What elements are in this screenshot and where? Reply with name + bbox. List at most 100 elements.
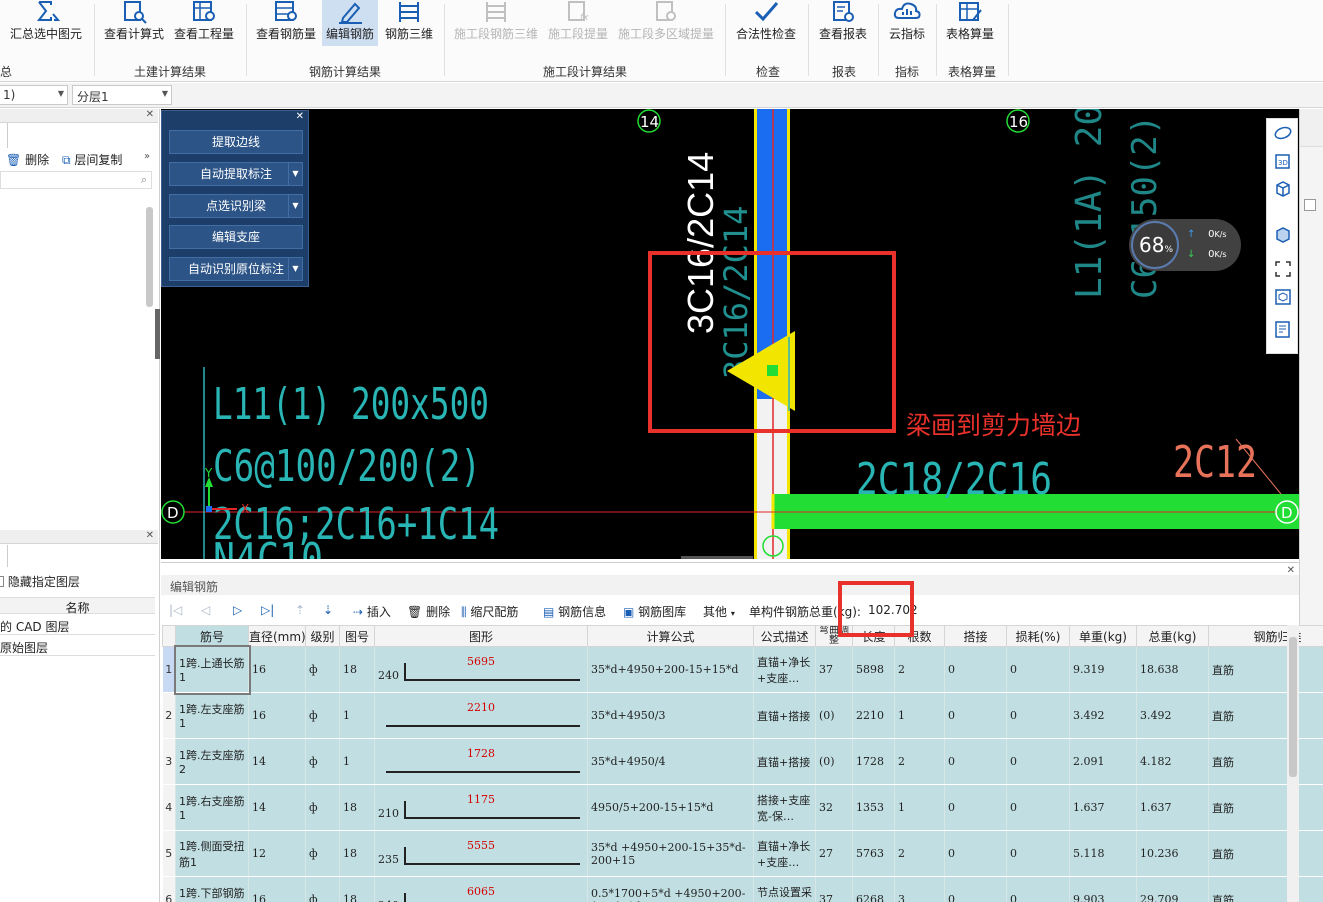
cloud-index-button[interactable]: 云指标 xyxy=(882,0,932,46)
layer-row-cad[interactable]: 的 CAD 图层 xyxy=(0,615,155,635)
cell-grade[interactable]: ф xyxy=(305,738,340,785)
edit-support-button[interactable]: 编辑支座 xyxy=(169,225,303,249)
cell-grade[interactable]: ф xyxy=(305,830,340,877)
delete-button[interactable]: 🗑 删除 xyxy=(6,151,49,168)
scale-rebar-button[interactable]: ⫼ 缩尺配筋 xyxy=(461,603,518,620)
scrollbar[interactable] xyxy=(146,207,153,307)
cube-icon[interactable] xyxy=(1273,179,1293,199)
cell-formula[interactable]: 0.5*1700+5*d +4950+200-15+15*d xyxy=(587,876,754,902)
cell-diameter[interactable]: 16 xyxy=(248,876,306,902)
cell-unit-weight[interactable]: 5.118 xyxy=(1069,830,1137,877)
row-number[interactable]: 2 xyxy=(162,692,176,739)
cell-shape[interactable]: 1728 xyxy=(374,738,588,785)
cell-shape[interactable]: 6065 240 xyxy=(374,876,588,902)
cell-category[interactable]: 直筋 xyxy=(1208,738,1323,785)
cell-description[interactable]: 直锚+净长+支座… xyxy=(753,830,816,877)
cell-diameter[interactable]: 16 xyxy=(248,646,306,693)
copy-floor-button[interactable]: ⧉ 层间复制 xyxy=(62,151,122,168)
cell-shape[interactable]: 5695 240 xyxy=(374,646,588,693)
cell-length[interactable]: 6268 xyxy=(852,876,895,902)
stage-multi-quantity-button[interactable]: 施工段多区域提量 xyxy=(616,0,716,46)
cell-formula[interactable]: 4950/5+200-15+15*d xyxy=(587,784,754,831)
cell-figure-no[interactable]: 1 xyxy=(339,692,375,739)
fullscreen-icon[interactable] xyxy=(1273,259,1293,279)
auto-extract-label-button[interactable]: 自动提取标注 ▼ xyxy=(169,162,303,186)
cell-bend[interactable]: 37 xyxy=(815,646,853,693)
prev-record-icon[interactable]: ◁ xyxy=(201,603,210,617)
cell-length[interactable]: 1353 xyxy=(852,784,895,831)
column-header[interactable]: 钢筋归类 xyxy=(1208,625,1323,647)
cell-lap[interactable]: 0 xyxy=(944,876,1007,902)
cell-grade[interactable]: ф xyxy=(305,876,340,902)
cell-unit-weight[interactable]: 9.903 xyxy=(1069,876,1137,902)
column-header[interactable]: 单重(kg) xyxy=(1069,625,1137,647)
table-row[interactable]: 4 1跨.右支座筋1 14 ф 18 1175 210 4950/5+200-15+15*d 搭… xyxy=(162,784,1323,831)
cell-total-weight[interactable]: 10.236 xyxy=(1136,830,1209,877)
cell-diameter[interactable]: 12 xyxy=(248,830,306,877)
orbit-icon[interactable] xyxy=(1273,123,1293,143)
network-monitor[interactable]: 68% ↑ 0K/s ↓ 0K/s xyxy=(1129,219,1241,271)
column-header[interactable]: 损耗(%) xyxy=(1006,625,1070,647)
cell-loss[interactable]: 0 xyxy=(1006,784,1070,831)
cell-total-weight[interactable]: 4.182 xyxy=(1136,738,1209,785)
insert-button[interactable]: ⇢ 插入 xyxy=(353,603,391,620)
cell-description[interactable]: 直锚+净长+支座… xyxy=(753,646,816,693)
cell-shape[interactable]: 2210 xyxy=(374,692,588,739)
column-header[interactable]: 总重(kg) xyxy=(1136,625,1209,647)
view-quantity-button[interactable]: 查看工程量 xyxy=(172,0,236,46)
delete-row-button[interactable]: 🗑 删除 xyxy=(407,603,450,620)
cell-shape[interactable]: 5555 235 xyxy=(374,830,588,877)
edit-rebar-button[interactable]: 编辑钢筋 xyxy=(322,0,378,46)
more-icon[interactable]: » xyxy=(144,151,150,162)
cell-rebar-name[interactable]: 1跨.左支座筋1 xyxy=(175,692,249,739)
cell-loss[interactable]: 0 xyxy=(1006,830,1070,877)
column-header[interactable]: 级别 xyxy=(305,625,340,647)
row-number[interactable]: 6 xyxy=(162,876,176,902)
hide-layer-checkbox[interactable]: 隐藏指定图层 xyxy=(0,573,80,590)
sum-selected-button[interactable]: 汇总选中图元 xyxy=(8,0,84,46)
cell-total-weight[interactable]: 3.492 xyxy=(1136,692,1209,739)
cell-loss[interactable]: 0 xyxy=(1006,692,1070,739)
box-view-icon[interactable] xyxy=(1273,287,1293,307)
cell-diameter[interactable]: 14 xyxy=(248,738,306,785)
cell-bend[interactable]: 27 xyxy=(815,830,853,877)
cell-figure-no[interactable]: 18 xyxy=(339,646,375,693)
cell-category[interactable]: 直筋 xyxy=(1208,646,1323,693)
table-calc-button[interactable]: 表格算量 xyxy=(940,0,1000,46)
column-header[interactable]: 公式描述 xyxy=(753,625,816,647)
cell-description[interactable]: 节点设置采用长… xyxy=(753,876,816,902)
cell-grade[interactable]: ф xyxy=(305,692,340,739)
cell-unit-weight[interactable]: 2.091 xyxy=(1069,738,1137,785)
cell-length[interactable]: 1728 xyxy=(852,738,895,785)
cell-count[interactable]: 3 xyxy=(894,876,945,902)
cell-figure-no[interactable]: 18 xyxy=(339,830,375,877)
cell-loss[interactable]: 0 xyxy=(1006,876,1070,902)
cell-lap[interactable]: 0 xyxy=(944,784,1007,831)
stage-quantity-button[interactable]: fx 施工段提量 xyxy=(545,0,611,46)
last-record-icon[interactable]: ▷| xyxy=(261,603,274,617)
cell-unit-weight[interactable]: 3.492 xyxy=(1069,692,1137,739)
cell-rebar-name[interactable]: 1跨.上通长筋1 xyxy=(173,644,251,695)
cell-count[interactable]: 2 xyxy=(894,646,945,693)
move-up-icon[interactable]: ⇡ xyxy=(295,603,305,617)
layer-select[interactable]: 分层1 ▼ xyxy=(72,85,172,105)
cell-formula[interactable]: 35*d+4950+200-15+15*d xyxy=(587,646,754,693)
rebar-library-button[interactable]: ▣ 钢筋图库 xyxy=(623,603,686,620)
rebar-3d-button[interactable]: 钢筋三维 xyxy=(381,0,437,46)
collapse-toggle[interactable] xyxy=(1304,199,1316,211)
cell-unit-weight[interactable]: 1.637 xyxy=(1069,784,1137,831)
cell-grade[interactable]: ф xyxy=(305,784,340,831)
column-header[interactable]: 筋号 xyxy=(175,625,249,647)
cell-bend[interactable]: 32 xyxy=(815,784,853,831)
cell-length[interactable]: 5763 xyxy=(852,830,895,877)
cell-formula[interactable]: 35*d+4950/3 xyxy=(587,692,754,739)
view-rebar-quantity-button[interactable]: 查看钢筋量 xyxy=(254,0,318,46)
chevron-down-icon[interactable]: ▼ xyxy=(288,163,302,185)
cell-figure-no[interactable]: 18 xyxy=(339,784,375,831)
table-row[interactable]: 2 1跨.左支座筋1 16 ф 1 2210 35*d+4950/3 直锚+搭接 (0) 2210… xyxy=(162,692,1323,739)
close-icon[interactable]: ✕ xyxy=(296,111,304,122)
cell-description[interactable]: 搭接+支座宽-保… xyxy=(753,784,816,831)
cell-count[interactable]: 1 xyxy=(894,692,945,739)
cell-description[interactable]: 直锚+搭接 xyxy=(753,692,816,739)
cell-unit-weight[interactable]: 9.319 xyxy=(1069,646,1137,693)
